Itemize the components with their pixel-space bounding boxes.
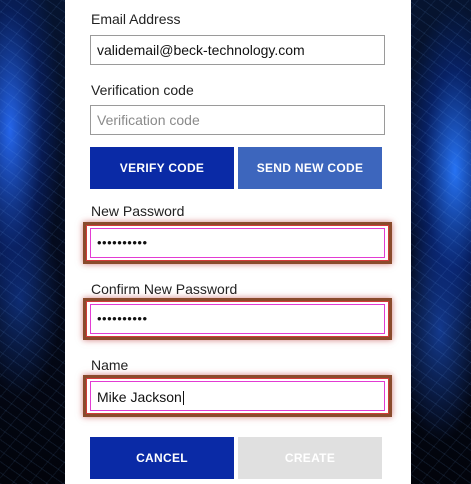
verification-code-label: Verification code (91, 82, 194, 98)
confirm-password-highlight: •••••••••• (83, 298, 392, 340)
new-password-field[interactable]: •••••••••• (90, 228, 385, 258)
new-password-value: •••••••••• (97, 235, 148, 250)
verify-code-button[interactable]: VERIFY CODE (90, 147, 234, 189)
confirm-password-field[interactable]: •••••••••• (90, 304, 385, 334)
name-text: Mike Jackson (97, 389, 182, 405)
create-button[interactable]: CREATE (238, 437, 382, 479)
signup-form-panel: Email Address Verification code VERIFY C… (65, 0, 411, 484)
new-password-label: New Password (91, 203, 185, 219)
cancel-button[interactable]: CANCEL (90, 437, 234, 479)
new-password-highlight: •••••••••• (83, 222, 392, 264)
text-cursor (182, 391, 184, 406)
email-field[interactable] (90, 35, 385, 65)
name-highlight: Mike Jackson (83, 375, 392, 417)
confirm-password-value: •••••••••• (97, 311, 148, 326)
verification-code-field[interactable] (90, 105, 385, 135)
email-label: Email Address (91, 11, 181, 27)
send-new-code-button[interactable]: SEND NEW CODE (238, 147, 382, 189)
name-value: Mike Jackson (97, 389, 184, 406)
name-field[interactable]: Mike Jackson (90, 381, 385, 411)
name-label: Name (91, 357, 129, 373)
confirm-password-label: Confirm New Password (91, 281, 238, 297)
